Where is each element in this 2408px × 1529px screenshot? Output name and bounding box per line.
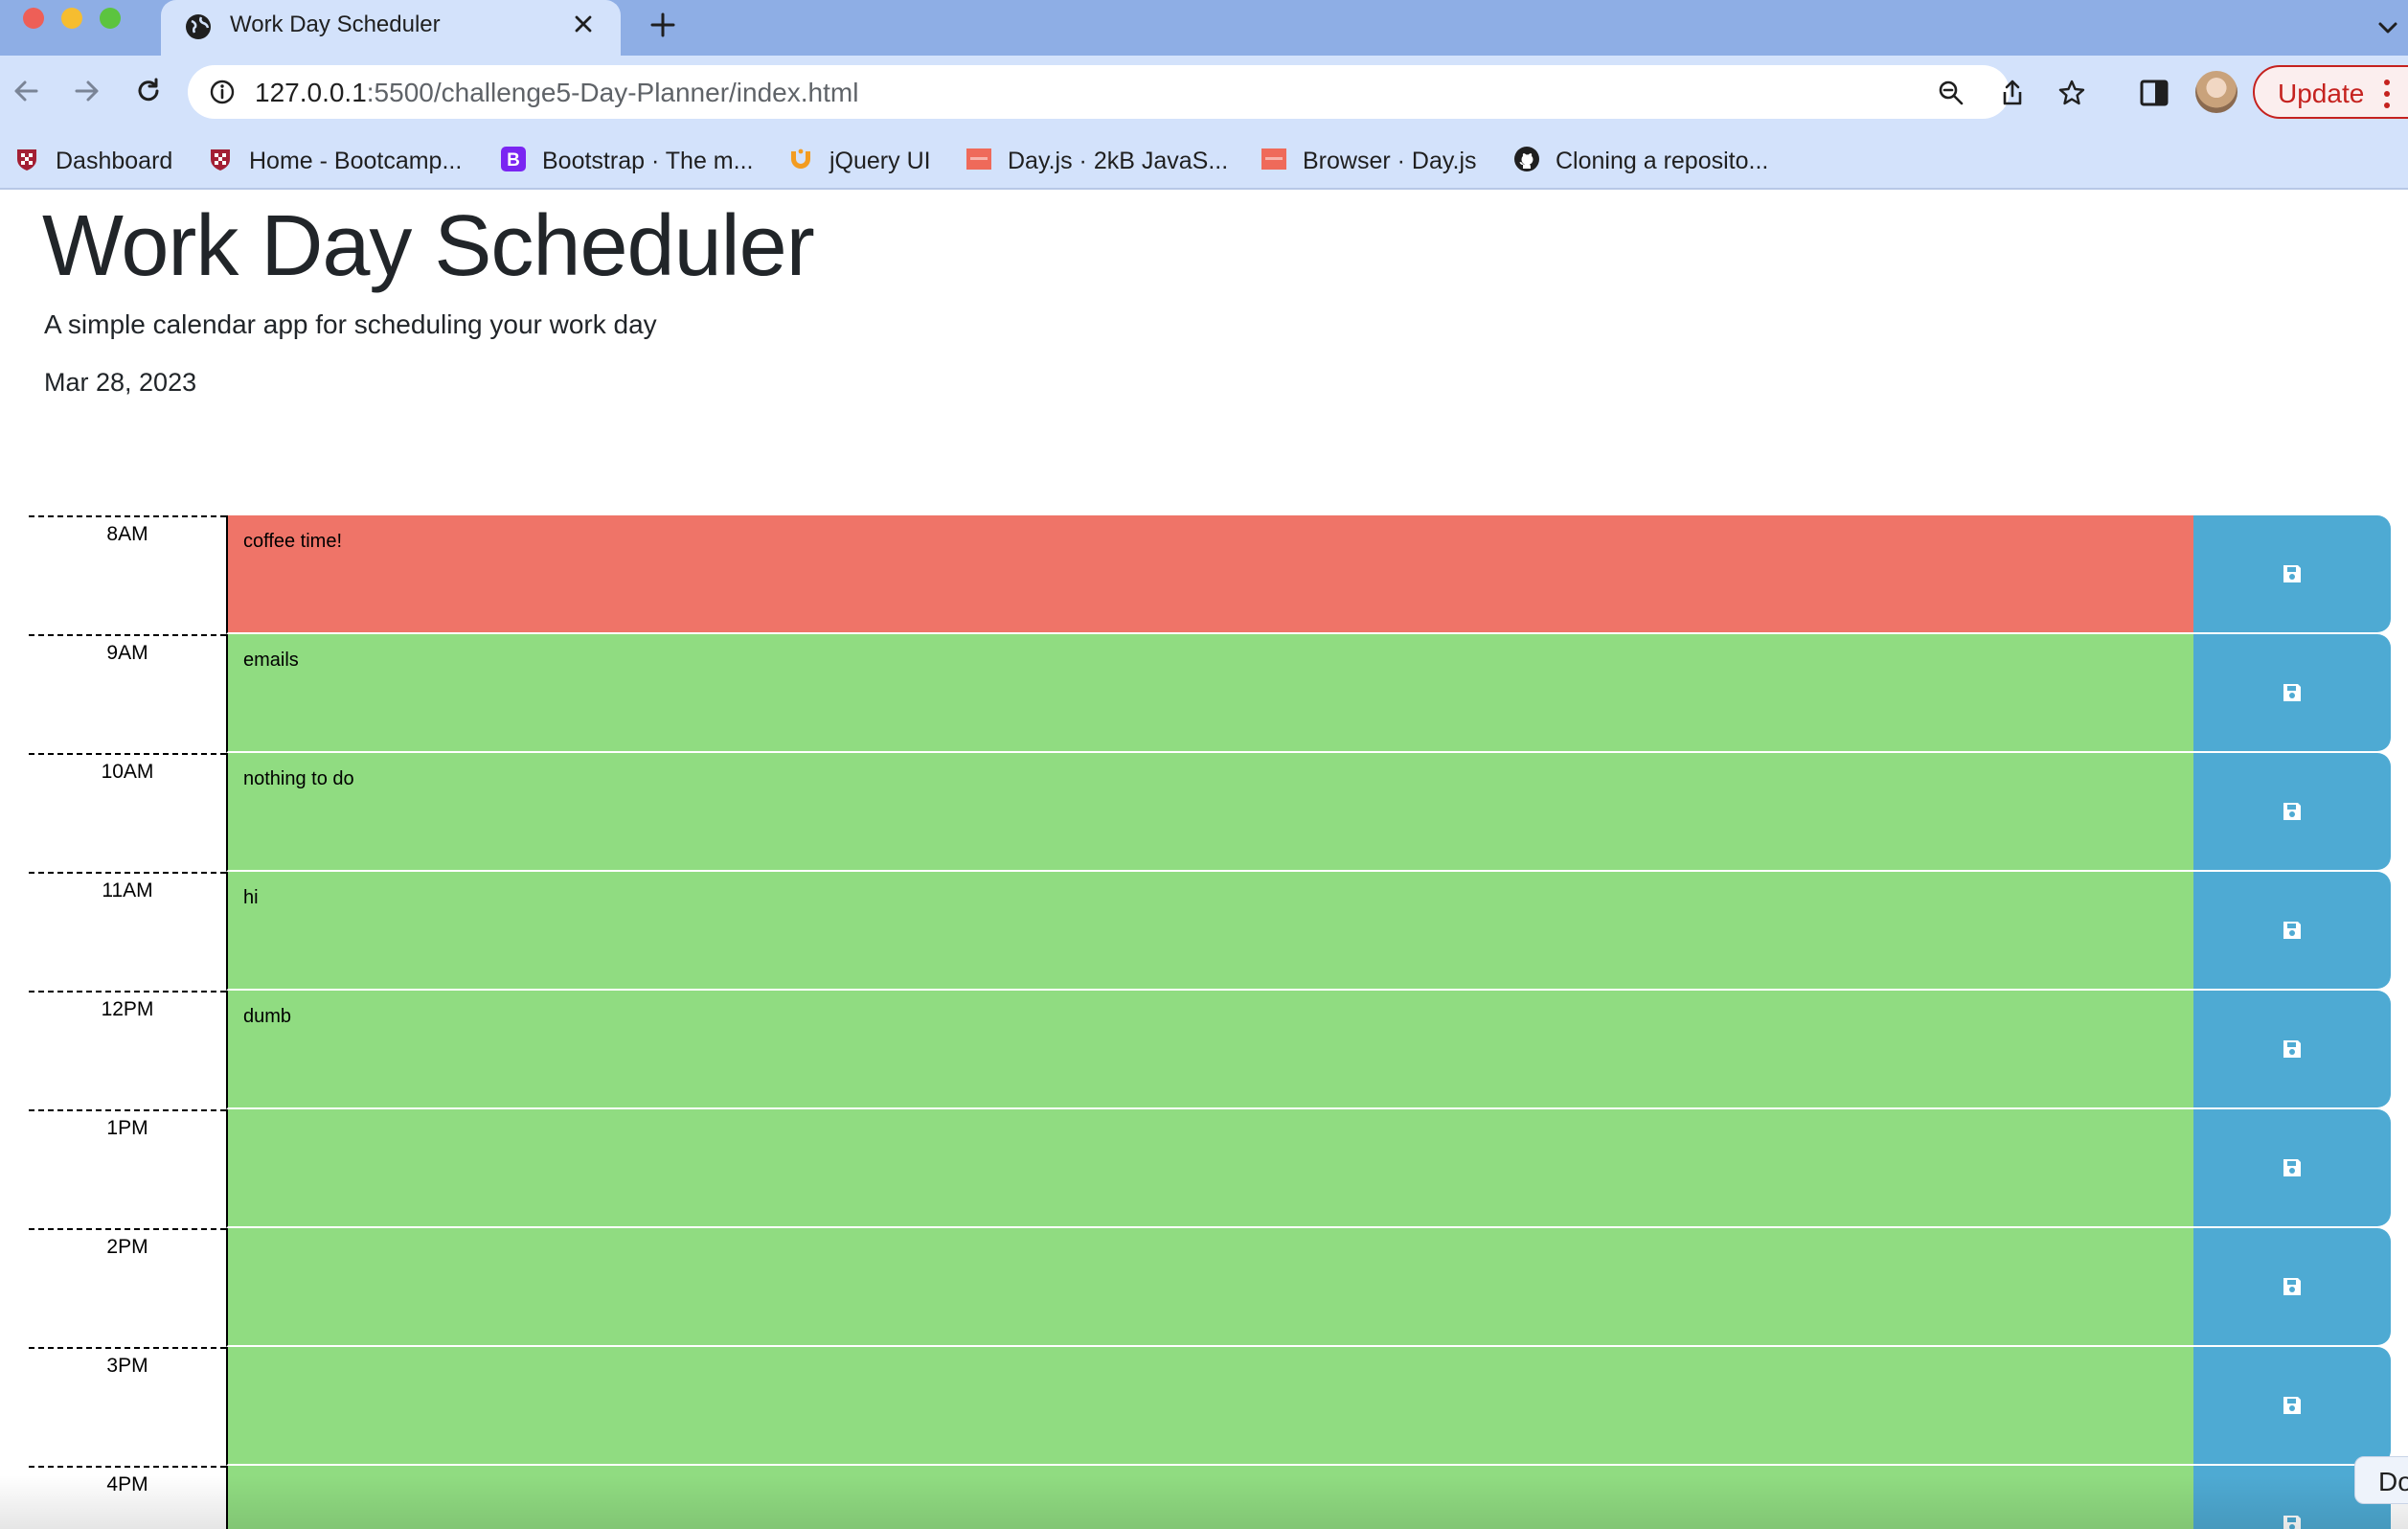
bookmarks-bar: Dashboard Home - Bootcamp... B Bootstrap… — [0, 128, 2408, 190]
tab-strip: Work Day Scheduler — [0, 0, 2408, 56]
page-lead: A simple calendar app for scheduling you… — [44, 309, 657, 339]
close-window-button[interactable] — [23, 8, 44, 29]
save-button[interactable] — [2193, 634, 2391, 751]
hour-label: 3PM — [29, 1347, 226, 1466]
save-button[interactable] — [2193, 991, 2391, 1107]
bookmark-label: Home - Bootcamp... — [249, 148, 463, 174]
save-button[interactable] — [2193, 753, 2391, 870]
page-content: Work Day Scheduler A simple calendar app… — [0, 190, 2408, 1529]
hour-label: 1PM — [29, 1109, 226, 1228]
description-textarea[interactable]: hi — [226, 872, 2193, 991]
description-textarea[interactable]: emails — [226, 634, 2193, 753]
bookmark-label: jQuery UI — [829, 148, 931, 174]
url-text: 127.0.0.1:5500/challenge5-Day-Planner/in… — [255, 78, 859, 107]
time-block: 12PM dumb — [29, 991, 2391, 1109]
bookmark-label: Dashboard — [56, 148, 173, 174]
more-menu-icon[interactable] — [2383, 79, 2391, 109]
browser-toolbar: 127.0.0.1:5500/challenge5-Day-Planner/in… — [0, 56, 2408, 128]
update-button-label: Update — [2278, 79, 2365, 108]
hour-label: 9AM — [29, 634, 226, 753]
description-textarea[interactable] — [226, 1466, 2193, 1529]
hour-label: 2PM — [29, 1228, 226, 1347]
close-icon[interactable] — [569, 10, 598, 38]
new-tab-icon[interactable] — [647, 10, 678, 40]
time-block: 1PM — [29, 1109, 2391, 1228]
address-bar[interactable]: 127.0.0.1:5500/challenge5-Day-Planner/in… — [188, 65, 2085, 119]
zoom-out-icon[interactable] — [1937, 79, 1965, 107]
description-textarea[interactable] — [226, 1347, 2193, 1466]
hour-label: 4PM — [29, 1466, 226, 1529]
description-textarea[interactable]: nothing to do — [226, 753, 2193, 872]
hour-label: 8AM — [29, 515, 226, 634]
time-block: 9AM emails — [29, 634, 2391, 753]
side-panel-icon[interactable] — [2138, 77, 2170, 109]
description-textarea[interactable] — [226, 1228, 2193, 1347]
save-button[interactable] — [2193, 872, 2391, 989]
time-block: 11AM hi — [29, 872, 2391, 991]
description-textarea[interactable]: coffee time! — [226, 515, 2193, 634]
minimize-window-button[interactable] — [61, 8, 82, 29]
save-icon — [2283, 1159, 2301, 1176]
reload-icon[interactable] — [130, 73, 167, 109]
bookmark-star-icon[interactable] — [2057, 79, 2086, 107]
time-block: 3PM — [29, 1347, 2391, 1466]
forward-arrow-icon[interactable] — [69, 73, 105, 109]
save-button[interactable] — [2193, 1228, 2391, 1345]
back-arrow-icon[interactable] — [8, 73, 44, 109]
globe-icon — [186, 14, 211, 39]
hour-label: 12PM — [29, 991, 226, 1109]
time-block: 8AM coffee time! — [29, 515, 2391, 634]
time-block: 4PM — [29, 1466, 2391, 1529]
save-button[interactable] — [2193, 515, 2391, 632]
save-icon — [2283, 1397, 2301, 1414]
tab-title: Work Day Scheduler — [230, 11, 441, 37]
save-icon — [2283, 1278, 2301, 1295]
save-icon — [2283, 565, 2301, 582]
hour-label: 11AM — [29, 872, 226, 991]
current-day: Mar 28, 2023 — [44, 368, 197, 397]
time-block: 2PM — [29, 1228, 2391, 1347]
page-title: Work Day Scheduler — [42, 198, 815, 294]
zoom-window-button[interactable] — [100, 8, 121, 29]
bookmark-label: Browser · Day.js — [1303, 148, 1477, 174]
save-icon — [2283, 922, 2301, 939]
share-icon[interactable] — [1998, 79, 2027, 107]
description-textarea[interactable] — [226, 1109, 2193, 1228]
devtools-pill[interactable]: Do — [2354, 1456, 2408, 1504]
save-button[interactable] — [2193, 1109, 2391, 1226]
bootstrap-icon: B — [501, 147, 526, 171]
tab-work-day-scheduler[interactable]: Work Day Scheduler — [161, 0, 621, 56]
description-textarea[interactable]: dumb — [226, 991, 2193, 1109]
github-icon — [1514, 147, 1539, 171]
chevron-down-icon[interactable] — [2374, 13, 2402, 42]
svg-text:B: B — [507, 150, 520, 171]
save-button[interactable] — [2193, 1347, 2391, 1464]
devtools-pill-label: Do — [2378, 1467, 2408, 1496]
dayjs-icon — [1261, 148, 1286, 170]
save-icon — [2283, 1040, 2301, 1058]
shield-icon — [17, 149, 36, 171]
time-block: 10AM nothing to do — [29, 753, 2391, 872]
site-info-icon[interactable] — [209, 79, 236, 105]
bookmark-label: Bootstrap · The m... — [542, 148, 754, 174]
profile-avatar[interactable] — [2195, 71, 2238, 113]
save-icon — [2283, 684, 2301, 701]
jquery-ui-icon — [791, 148, 810, 169]
save-icon — [2283, 1516, 2301, 1529]
bookmark-label: Cloning a reposito... — [1556, 148, 1769, 174]
save-icon — [2283, 803, 2301, 820]
shield-icon — [211, 149, 230, 171]
bookmark-label: Day.js · 2kB JavaS... — [1008, 148, 1229, 174]
hour-label: 10AM — [29, 753, 226, 872]
dayjs-icon — [966, 148, 991, 170]
